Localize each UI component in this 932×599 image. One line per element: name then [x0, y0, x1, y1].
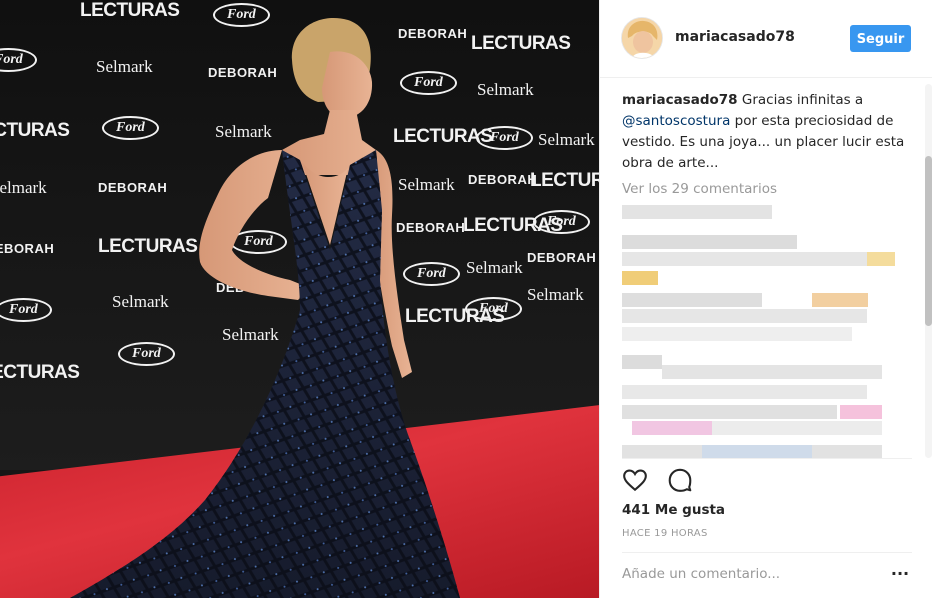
pixelated-comment [622, 252, 867, 266]
heart-icon[interactable] [622, 467, 648, 493]
avatar[interactable] [622, 18, 662, 58]
caption-mention[interactable]: @santoscostura [622, 113, 730, 129]
post-sidebar: mariacasado78 Seguir mariacasado78 Graci… [599, 0, 932, 598]
pixelated-comment [840, 405, 882, 419]
pixelated-comment [632, 421, 712, 435]
pixelated-comment [622, 293, 762, 307]
pixelated-comment [622, 235, 797, 249]
more-options-icon[interactable]: ... [890, 562, 910, 583]
woman-figure [70, 17, 460, 598]
pixelated-comment [622, 355, 662, 369]
follow-button[interactable]: Seguir [850, 25, 911, 52]
pixelated-comment [622, 445, 702, 458]
pixelated-comment [622, 271, 658, 285]
pixelated-comment [812, 293, 868, 307]
pixelated-comments [622, 205, 907, 458]
post-photo[interactable]: LECTURAS Ford DEBORAH LECTURAS Ford Selm… [0, 0, 599, 598]
pixelated-comment [622, 385, 867, 399]
avatar-image [622, 18, 662, 58]
comments-scrollbar[interactable] [925, 84, 932, 458]
pixelated-comment [712, 421, 882, 435]
pixelated-comment [702, 445, 812, 458]
comments-list[interactable]: mariacasado78 Gracias infinitas a @santo… [622, 90, 907, 458]
pixelated-comment [622, 309, 867, 323]
action-icons [622, 467, 707, 497]
pixelated-comment [812, 445, 882, 458]
post-timestamp[interactable]: HACE 19 HORAS [622, 528, 708, 539]
pixelated-comment [662, 365, 882, 379]
view-all-comments-link[interactable]: Ver los 29 comentarios [622, 181, 907, 197]
pixelated-comment [622, 327, 852, 341]
caption-username[interactable]: mariacasado78 [622, 92, 738, 108]
post-caption: mariacasado78 Gracias infinitas a @santo… [622, 90, 907, 174]
add-comment-section: ... [622, 552, 912, 598]
comment-input[interactable] [622, 563, 872, 585]
username-link[interactable]: mariacasado78 [675, 29, 795, 45]
likes-count[interactable]: 441 Me gusta [622, 502, 725, 518]
pixelated-comment [622, 405, 837, 419]
pixelated-comment [867, 252, 895, 266]
comment-icon[interactable] [667, 467, 693, 493]
caption-text: Gracias infinitas a [741, 92, 864, 108]
scrollbar-thumb[interactable] [925, 156, 932, 326]
post-header: mariacasado78 Seguir [600, 0, 932, 78]
pixelated-comment [622, 205, 772, 219]
